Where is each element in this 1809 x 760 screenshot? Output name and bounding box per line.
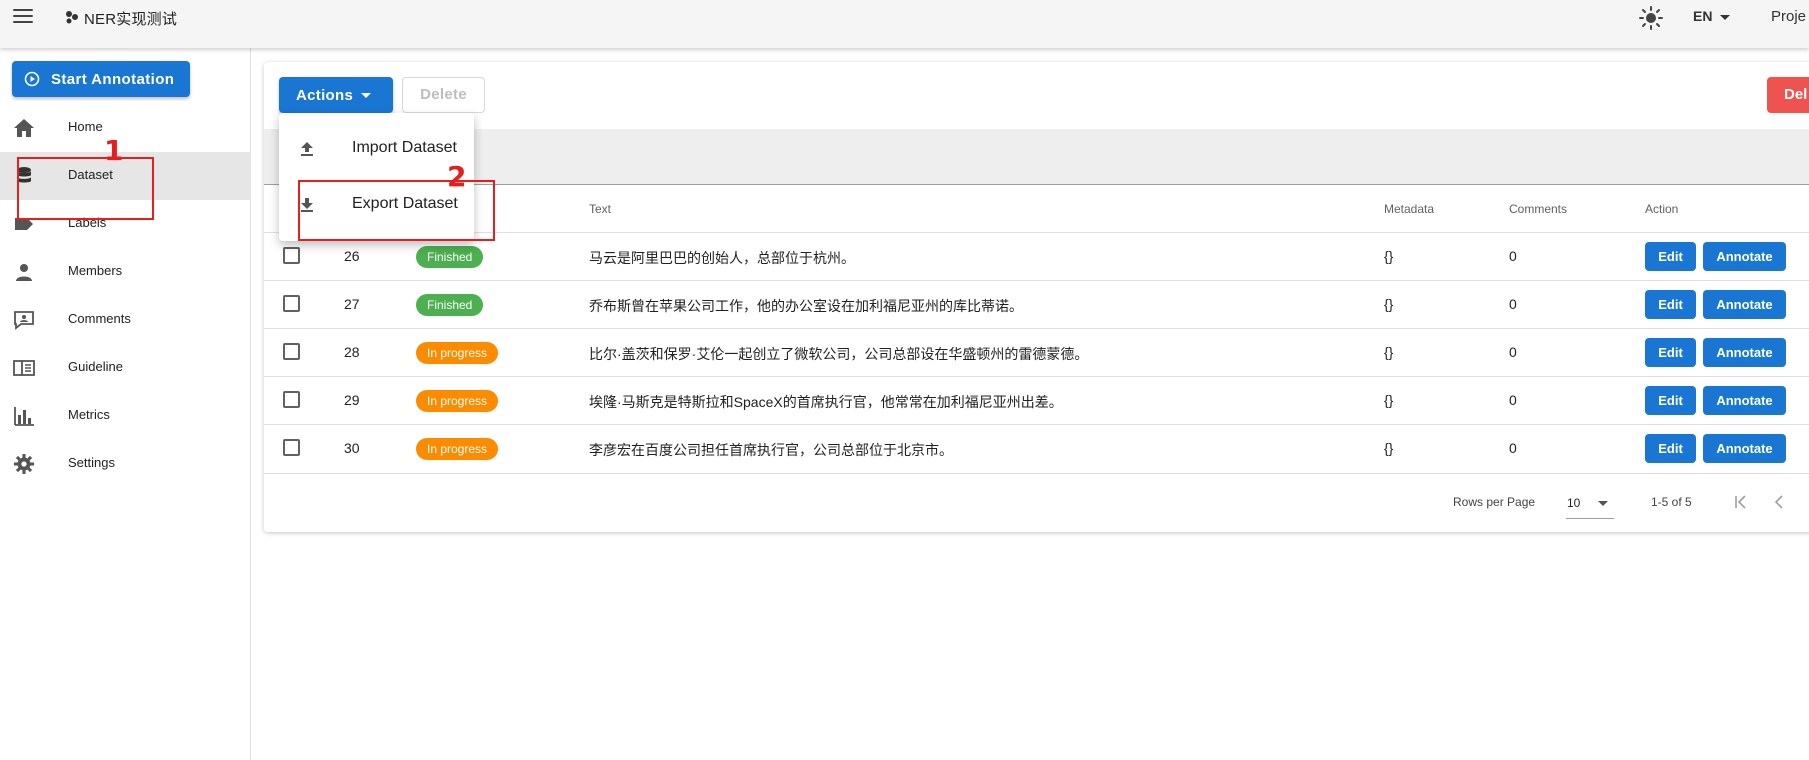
start-annotation-button[interactable]: Start Annotation [12, 61, 190, 97]
menu-item-import-dataset[interactable]: Import Dataset [279, 121, 474, 177]
row-comments: 0 [1509, 248, 1517, 264]
row-metadata: {} [1384, 440, 1394, 456]
sidebar-item-label: Settings [68, 455, 115, 470]
chevron-left-icon[interactable] [1771, 494, 1787, 510]
annotate-button[interactable]: Annotate [1703, 290, 1786, 319]
rows-per-page-select[interactable]: 10 [1566, 489, 1614, 519]
table-row: 27 Finished 乔布斯曾在苹果公司工作，他的办公室设在加利福尼亚州的库比… [264, 280, 1809, 328]
table-footer-divider [264, 473, 1809, 474]
status-badge: Finished [416, 294, 484, 316]
row-checkbox[interactable] [283, 439, 300, 456]
column-header-metadata[interactable]: Metadata [1384, 202, 1434, 216]
upload-icon [301, 142, 313, 156]
annotate-button[interactable]: Annotate [1703, 434, 1786, 463]
row-id: 27 [344, 296, 360, 312]
table-row: 30 In progress 李彦宏在百度公司担任首席执行官，公司总部位于北京市… [264, 424, 1809, 472]
row-text: 马云是阿里巴巴的创始人，总部位于杭州。 [589, 250, 855, 266]
row-metadata: {} [1384, 296, 1394, 312]
sidebar-item-guideline[interactable]: Guideline [0, 344, 251, 392]
row-checkbox[interactable] [283, 295, 300, 312]
annotate-button[interactable]: Annotate [1703, 338, 1786, 367]
status-badge: Finished [416, 246, 484, 268]
delete-button[interactable]: Delete [402, 77, 485, 113]
start-annotation-label: Start Annotation [51, 71, 175, 88]
annotation-box-1 [17, 157, 154, 220]
caret-down-icon [361, 93, 371, 98]
sidebar-item-label: Guideline [68, 359, 123, 374]
play-circle-icon [24, 71, 40, 87]
sidebar-item-label: Comments [68, 311, 131, 326]
edit-button[interactable]: Edit [1645, 434, 1696, 463]
annotate-button[interactable]: Annotate [1703, 386, 1786, 415]
brightness-icon[interactable] [1638, 5, 1664, 31]
sidebar-item-settings[interactable]: Settings [0, 440, 251, 488]
row-comments: 0 [1509, 296, 1517, 312]
row-id: 30 [344, 440, 360, 456]
caret-down-icon [1598, 501, 1608, 506]
row-comments: 0 [1509, 440, 1517, 456]
page-range: 1-5 of 5 [1651, 495, 1692, 509]
language-selector[interactable]: EN [1693, 8, 1712, 24]
table-row: 26 Finished 马云是阿里巴巴的创始人，总部位于杭州。 {} 0 Edi… [264, 232, 1809, 280]
sidebar-item-label: Metrics [68, 407, 110, 422]
column-header-comments[interactable]: Comments [1509, 202, 1567, 216]
row-metadata: {} [1384, 392, 1394, 408]
comment-icon [14, 311, 34, 330]
row-text: 乔布斯曾在苹果公司工作，他的办公室设在加利福尼亚州的库比蒂诺。 [589, 298, 1023, 314]
menu-item-label: Import Dataset [352, 139, 457, 156]
actions-button[interactable]: Actions [279, 77, 393, 113]
edit-button[interactable]: Edit [1645, 386, 1696, 415]
rows-per-page-value: 10 [1567, 496, 1581, 510]
edit-button[interactable]: Edit [1645, 338, 1696, 367]
row-metadata: {} [1384, 248, 1394, 264]
row-id: 28 [344, 344, 360, 360]
row-checkbox[interactable] [283, 247, 300, 264]
person-icon [16, 264, 32, 281]
app-logo-icon [66, 11, 78, 24]
annotation-marker-1: 1 [104, 134, 124, 167]
projects-link[interactable]: Proje [1771, 8, 1806, 25]
bar-chart-icon [14, 407, 34, 426]
search-field[interactable] [264, 129, 1809, 185]
home-icon [14, 119, 34, 137]
row-text: 李彦宏在百度公司担任首席执行官，公司总部位于北京市。 [589, 442, 953, 458]
annotate-button[interactable]: Annotate [1703, 242, 1786, 271]
rows-per-page-label: Rows per Page [1453, 495, 1536, 509]
hamburger-menu-icon[interactable] [13, 8, 35, 26]
row-metadata: {} [1384, 344, 1394, 360]
sidebar-item-metrics[interactable]: Metrics [0, 392, 251, 440]
row-text: 比尔·盖茨和保罗·艾伦一起创立了微软公司，公司总部设在华盛顿州的雷德蒙德。 [589, 346, 1089, 362]
row-comments: 0 [1509, 344, 1517, 360]
table-row: 29 In progress 埃隆·马斯克是特斯拉和SpaceX的首席执行官，他… [264, 376, 1809, 424]
edit-button[interactable]: Edit [1645, 242, 1696, 271]
row-text: 埃隆·马斯克是特斯拉和SpaceX的首席执行官，他常常在加利福尼亚州出差。 [589, 394, 1063, 410]
gear-icon [14, 454, 34, 474]
annotation-marker-2: 2 [447, 160, 467, 193]
column-header-action: Action [1645, 202, 1679, 216]
status-badge: In progress [416, 342, 499, 364]
delete-all-button[interactable]: Del [1767, 77, 1809, 113]
row-comments: 0 [1509, 392, 1517, 408]
project-title[interactable]: NER实现测试 [84, 8, 177, 29]
first-page-icon[interactable] [1733, 494, 1749, 510]
app-bar: NER实现测试 EN Proje [0, 0, 1809, 48]
edit-button[interactable]: Edit [1645, 290, 1696, 319]
actions-label: Actions [296, 87, 354, 104]
row-checkbox[interactable] [283, 391, 300, 408]
table-row: 28 In progress 比尔·盖茨和保罗·艾伦一起创立了微软公司，公司总部… [264, 328, 1809, 376]
status-badge: In progress [416, 438, 499, 460]
column-header-text[interactable]: Text [589, 202, 611, 216]
row-id: 26 [344, 248, 360, 264]
sidebar-item-label: Members [68, 263, 123, 278]
status-badge: In progress [416, 390, 499, 412]
chevron-down-icon [1720, 15, 1730, 20]
sidebar: Start Annotation Home Dataset Labels Mem… [0, 48, 251, 760]
sidebar-item-home[interactable]: Home [0, 104, 251, 152]
sidebar-item-label: Home [68, 119, 103, 134]
book-icon [13, 360, 35, 376]
row-checkbox[interactable] [283, 343, 300, 360]
sidebar-item-members[interactable]: Members [0, 248, 251, 296]
sidebar-item-comments[interactable]: Comments [0, 296, 251, 344]
row-id: 29 [344, 392, 360, 408]
